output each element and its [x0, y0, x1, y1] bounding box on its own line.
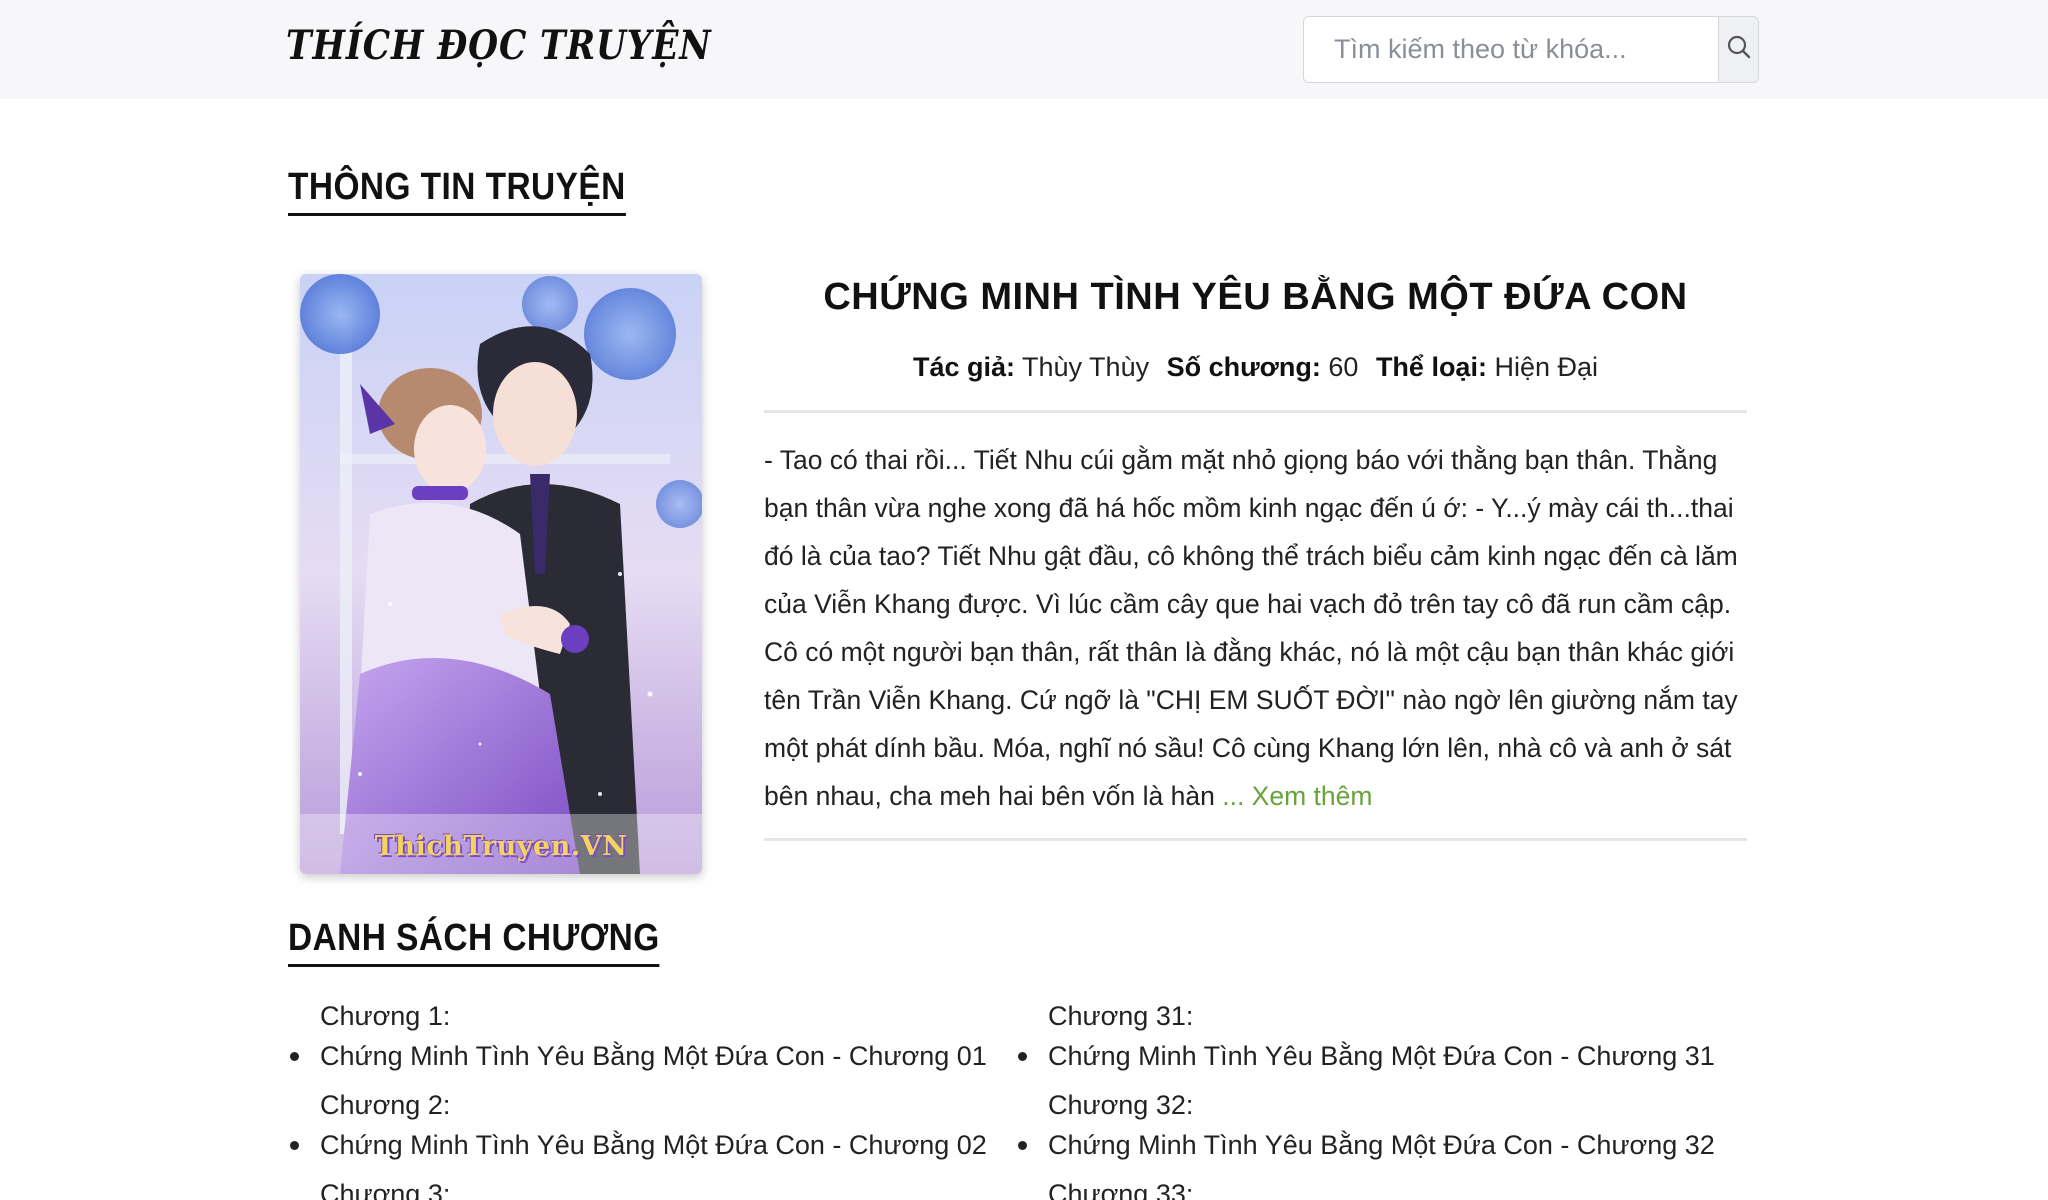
- story-info-heading: THÔNG TIN TRUYỆN: [288, 166, 626, 216]
- chapter-number: Chương 3:: [320, 1179, 451, 1200]
- chapter-item: Chương 31: Chứng Minh Tình Yêu Bằng Một …: [1016, 996, 1744, 1076]
- chapter-link[interactable]: Chứng Minh Tình Yêu Bằng Một Đứa Con - C…: [1018, 1125, 1744, 1165]
- chapter-link[interactable]: Chứng Minh Tình Yêu Bằng Một Đứa Con - C…: [290, 1125, 1016, 1165]
- chapter-link[interactable]: Chứng Minh Tình Yêu Bằng Một Đứa Con - C…: [1018, 1036, 1744, 1076]
- chapter-item: Chương 2: Chứng Minh Tình Yêu Bằng Một Đ…: [288, 1085, 1016, 1165]
- chapter-number: Chương 2:: [320, 1090, 451, 1120]
- cover-image: ThichTruyen.VN: [300, 274, 702, 874]
- description-text: - Tao có thai rồi... Tiết Nhu cúi gằm mặ…: [764, 445, 1738, 811]
- chapter-item: Chương 1: Chứng Minh Tình Yêu Bằng Một Đ…: [288, 996, 1016, 1076]
- chapter-item: Chương 3:: [288, 1174, 1016, 1200]
- chapter-list-heading: DANH SÁCH CHƯƠNG: [288, 917, 660, 967]
- chapter-count-value: 60: [1328, 352, 1359, 382]
- chapter-list: Chương 1: Chứng Minh Tình Yêu Bằng Một Đ…: [288, 996, 1748, 1200]
- site-logo[interactable]: THÍCH ĐỌC TRUYỆN: [286, 22, 712, 69]
- chapter-number: Chương 33:: [1048, 1179, 1194, 1200]
- cover-watermark: ThichTruyen.VN: [374, 831, 628, 862]
- genre-value[interactable]: Hiện Đại: [1494, 352, 1598, 382]
- author-label: Tác giả:: [912, 352, 1015, 382]
- search-input[interactable]: [1304, 17, 1718, 82]
- chapter-item: Chương 32: Chứng Minh Tình Yêu Bằng Một …: [1016, 1085, 1744, 1165]
- chapter-link[interactable]: Chứng Minh Tình Yêu Bằng Một Đứa Con - C…: [290, 1036, 1016, 1076]
- genre-label: Thể loại:: [1375, 352, 1487, 382]
- read-more-link[interactable]: ... Xem thêm: [1222, 781, 1372, 811]
- chapter-number: Chương 1:: [320, 1001, 451, 1031]
- story-title: CHỨNG MINH TÌNH YÊU BẰNG MỘT ĐỨA CON: [823, 276, 1688, 318]
- chapter-number: Chương 31:: [1048, 1001, 1194, 1031]
- search-icon: [1726, 34, 1752, 65]
- story-meta: Tác giả: Thùy Thùy Số chương: 60 Thể loạ…: [764, 352, 1747, 383]
- chapter-column-right: Chương 31: Chứng Minh Tình Yêu Bằng Một …: [1016, 996, 1744, 1200]
- divider: [764, 838, 1747, 841]
- chapter-count-label: Số chương:: [1166, 352, 1321, 382]
- search-button[interactable]: [1718, 17, 1758, 82]
- chapter-item: Chương 33:: [1016, 1174, 1744, 1200]
- story-description: - Tao có thai rồi... Tiết Nhu cúi gằm mặ…: [764, 436, 1747, 820]
- divider: [764, 410, 1747, 413]
- search-box: [1303, 16, 1759, 83]
- chapter-number: Chương 32:: [1048, 1090, 1194, 1120]
- chapter-column-left: Chương 1: Chứng Minh Tình Yêu Bằng Một Đ…: [288, 996, 1016, 1200]
- site-header: THÍCH ĐỌC TRUYỆN: [0, 0, 2048, 99]
- author-value[interactable]: Thùy Thùy: [1022, 352, 1149, 382]
